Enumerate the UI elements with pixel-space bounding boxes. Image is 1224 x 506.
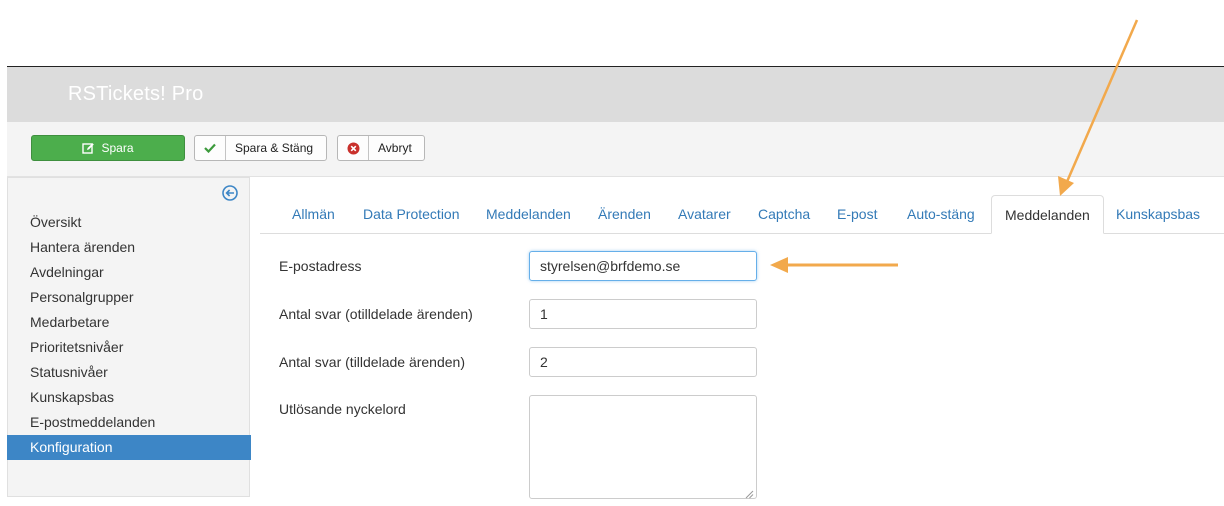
- resize-grip-icon[interactable]: [745, 486, 754, 504]
- trigger-keywords-label: Utlösande nyckelord: [279, 401, 406, 417]
- sidebar-item-avdelningar[interactable]: Avdelningar: [8, 260, 249, 285]
- tab-auto-stang[interactable]: Auto-stäng: [907, 195, 975, 233]
- app-title: RSTickets! Pro: [68, 83, 204, 105]
- sidebar-item-konfiguration[interactable]: Konfiguration: [7, 435, 251, 460]
- sidebar-item-oversikt[interactable]: Översikt: [8, 210, 249, 235]
- sidebar-item-prioritetsnivaer[interactable]: Prioritetsnivåer: [8, 335, 249, 360]
- save-button[interactable]: Spara: [31, 135, 185, 161]
- sidebar-item-kunskapsbas[interactable]: Kunskapsbas: [8, 385, 249, 410]
- email-field[interactable]: [529, 251, 757, 281]
- sidebar-item-hantera-arenden[interactable]: Hantera ärenden: [8, 235, 249, 260]
- check-icon: [195, 136, 226, 160]
- sidebar-item-personalgrupper[interactable]: Personalgrupper: [8, 285, 249, 310]
- tab-meddelanden-active[interactable]: Meddelanden: [991, 195, 1104, 234]
- cancel-button[interactable]: Avbryt: [337, 135, 425, 161]
- sidebar-item-statusnivaer[interactable]: Statusnivåer: [8, 360, 249, 385]
- save-close-label: Spara & Stäng: [235, 141, 314, 155]
- replies-unassigned-field[interactable]: [529, 299, 757, 329]
- save-close-button[interactable]: Spara & Stäng: [194, 135, 327, 161]
- tab-data-protection[interactable]: Data Protection: [363, 195, 460, 233]
- toolbar: Spara Spara & Stäng Avbryt: [7, 122, 1224, 177]
- trigger-keywords-textarea[interactable]: [529, 395, 757, 499]
- save-button-label: Spara: [101, 141, 134, 155]
- tab-meddelanden[interactable]: Meddelanden: [486, 195, 571, 233]
- edit-icon: [82, 142, 95, 155]
- annotation-arrow-to-email: [770, 257, 898, 273]
- sidebar-menu: Översikt Hantera ärenden Avdelningar Per…: [7, 210, 251, 460]
- replies-assigned-field[interactable]: [529, 347, 757, 377]
- sidebar: Översikt Hantera ärenden Avdelningar Per…: [7, 177, 251, 497]
- tab-kunskapsbas[interactable]: Kunskapsbas: [1116, 195, 1200, 233]
- tab-arenden[interactable]: Ärenden: [598, 195, 651, 233]
- app-header: RSTickets! Pro: [7, 67, 1224, 122]
- arrow-left-circle-icon[interactable]: [222, 185, 238, 206]
- tab-captcha[interactable]: Captcha: [758, 195, 810, 233]
- sidebar-item-e-postmeddelanden[interactable]: E-postmeddelanden: [8, 410, 249, 435]
- config-tabs: Allmän Data Protection Meddelanden Ärend…: [260, 195, 1224, 234]
- replies-assigned-label: Antal svar (tilldelade ärenden): [279, 354, 465, 370]
- tab-allman[interactable]: Allmän: [292, 195, 335, 233]
- sidebar-item-medarbetare[interactable]: Medarbetare: [8, 310, 249, 335]
- tab-avatarer[interactable]: Avatarer: [678, 195, 731, 233]
- email-label: E-postadress: [279, 258, 362, 274]
- tab-e-post[interactable]: E-post: [837, 195, 877, 233]
- replies-unassigned-label: Antal svar (otilldelade ärenden): [279, 306, 473, 322]
- close-circle-icon: [338, 136, 369, 160]
- cancel-label: Avbryt: [378, 141, 412, 155]
